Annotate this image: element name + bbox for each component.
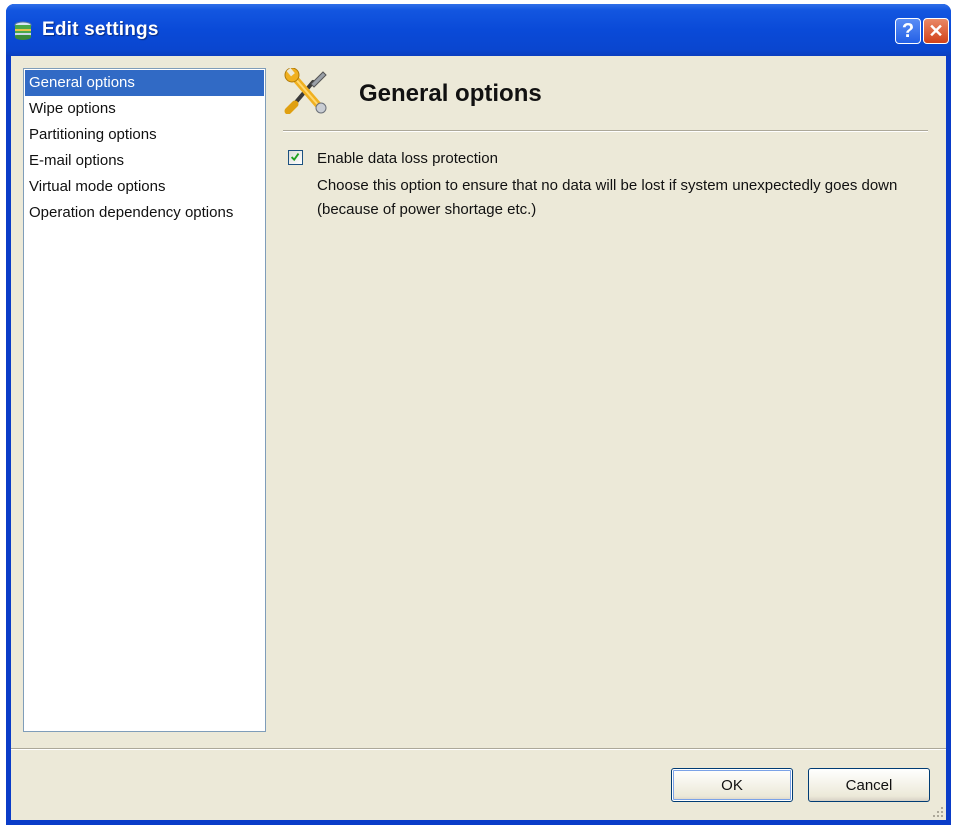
close-button[interactable]: ✕: [923, 18, 949, 44]
title-bar[interactable]: Edit settings ? ✕: [6, 4, 951, 56]
edit-settings-dialog: Edit settings ? ✕ General options Wipe o…: [6, 4, 951, 825]
data-loss-protection-description: Choose this option to ensure that no dat…: [317, 177, 898, 218]
cancel-button[interactable]: Cancel: [808, 768, 930, 802]
data-loss-protection-option: Enable data loss protection Choose this …: [283, 150, 928, 222]
data-loss-protection-label[interactable]: Enable data loss protection: [317, 150, 928, 168]
help-icon: ?: [901, 19, 915, 42]
nav-item-partitioning-options[interactable]: Partitioning options: [25, 122, 264, 148]
header-divider: [283, 130, 928, 132]
panel-header: General options: [283, 64, 928, 124]
resize-grip-icon[interactable]: [932, 806, 944, 818]
help-button[interactable]: ?: [895, 18, 921, 44]
settings-panel: General options Enable data loss protect…: [283, 64, 928, 222]
nav-item-email-options[interactable]: E-mail options: [25, 148, 264, 174]
close-icon: ✕: [928, 20, 944, 41]
data-loss-protection-checkbox[interactable]: [288, 150, 303, 165]
nav-item-general-options[interactable]: General options: [25, 70, 264, 96]
ok-button[interactable]: OK: [671, 768, 793, 802]
nav-item-virtual-mode-options[interactable]: Virtual mode options: [25, 174, 264, 200]
dialog-body: General options Wipe options Partitionin…: [11, 56, 946, 820]
nav-item-wipe-options[interactable]: Wipe options: [25, 96, 264, 122]
tools-icon: [284, 68, 327, 114]
panel-title: General options: [359, 80, 542, 107]
window-title: Edit settings: [42, 19, 159, 40]
footer-divider: [11, 748, 946, 750]
checkmark-icon: [290, 153, 300, 162]
nav-item-operation-dependency-options[interactable]: Operation dependency options: [25, 200, 264, 226]
settings-category-list[interactable]: General options Wipe options Partitionin…: [23, 68, 266, 732]
app-icon: [14, 21, 32, 40]
